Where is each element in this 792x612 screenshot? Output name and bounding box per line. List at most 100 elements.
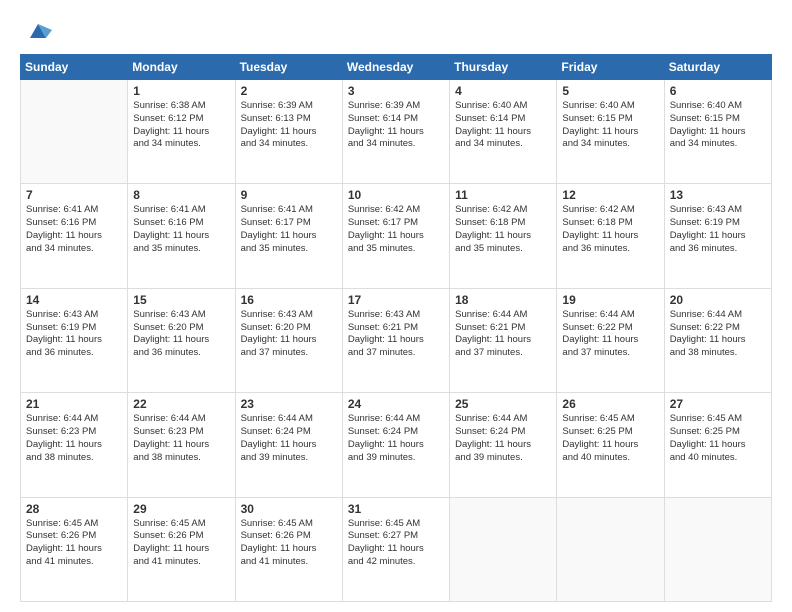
day-info: Sunrise: 6:42 AM Sunset: 6:18 PM Dayligh… [562, 204, 658, 255]
day-info: Sunrise: 6:43 AM Sunset: 6:21 PM Dayligh… [348, 309, 444, 360]
day-info: Sunrise: 6:39 AM Sunset: 6:13 PM Dayligh… [241, 100, 337, 151]
calendar-cell: 11 Sunrise: 6:42 AM Sunset: 6:18 PM Dayli… [450, 184, 557, 288]
day-number: 5 [562, 84, 658, 98]
calendar-cell: 10 Sunrise: 6:42 AM Sunset: 6:17 PM Dayli… [342, 184, 449, 288]
day-info: Sunrise: 6:43 AM Sunset: 6:19 PM Dayligh… [26, 309, 122, 360]
calendar-header-tuesday: Tuesday [235, 55, 342, 80]
day-number: 25 [455, 397, 551, 411]
logo [20, 16, 52, 44]
day-info: Sunrise: 6:44 AM Sunset: 6:22 PM Dayligh… [562, 309, 658, 360]
day-info: Sunrise: 6:45 AM Sunset: 6:25 PM Dayligh… [670, 413, 766, 464]
calendar-cell: 16 Sunrise: 6:43 AM Sunset: 6:20 PM Dayli… [235, 288, 342, 392]
day-number: 28 [26, 502, 122, 516]
calendar-week-row: 21Sunrise: 6:44 AM Sunset: 6:23 PM Dayli… [21, 393, 772, 497]
calendar-header-row: SundayMondayTuesdayWednesdayThursdayFrid… [21, 55, 772, 80]
calendar-table: SundayMondayTuesdayWednesdayThursdayFrid… [20, 54, 772, 602]
day-info: Sunrise: 6:39 AM Sunset: 6:14 PM Dayligh… [348, 100, 444, 151]
day-info: Sunrise: 6:45 AM Sunset: 6:26 PM Dayligh… [26, 518, 122, 569]
calendar-cell: 18Sunrise: 6:44 AM Sunset: 6:21 PM Dayli… [450, 288, 557, 392]
calendar-cell: 7Sunrise: 6:41 AM Sunset: 6:16 PM Daylig… [21, 184, 128, 288]
day-info: Sunrise: 6:44 AM Sunset: 6:23 PM Dayligh… [133, 413, 229, 464]
day-number: 2 [241, 84, 337, 98]
day-info: Sunrise: 6:45 AM Sunset: 6:26 PM Dayligh… [241, 518, 337, 569]
day-number: 30 [241, 502, 337, 516]
day-number: 16 [241, 293, 337, 307]
day-info: Sunrise: 6:43 AM Sunset: 6:20 PM Dayligh… [241, 309, 337, 360]
calendar-cell: 29Sunrise: 6:45 AM Sunset: 6:26 PM Dayli… [128, 497, 235, 601]
day-info: Sunrise: 6:45 AM Sunset: 6:25 PM Dayligh… [562, 413, 658, 464]
day-number: 1 [133, 84, 229, 98]
calendar-cell: 12 Sunrise: 6:42 AM Sunset: 6:18 PM Dayli… [557, 184, 664, 288]
day-number: 14 [26, 293, 122, 307]
calendar-cell: 30 Sunrise: 6:45 AM Sunset: 6:26 PM Dayli… [235, 497, 342, 601]
calendar-header-saturday: Saturday [664, 55, 771, 80]
day-number: 15 [133, 293, 229, 307]
calendar-cell: 6 Sunrise: 6:40 AM Sunset: 6:15 PM Daylig… [664, 80, 771, 184]
page: SundayMondayTuesdayWednesdayThursdayFrid… [0, 0, 792, 612]
calendar-cell: 31 Sunrise: 6:45 AM Sunset: 6:27 PM Dayli… [342, 497, 449, 601]
calendar-cell: 28 Sunrise: 6:45 AM Sunset: 6:26 PM Dayli… [21, 497, 128, 601]
day-info: Sunrise: 6:40 AM Sunset: 6:15 PM Dayligh… [562, 100, 658, 151]
calendar-header-sunday: Sunday [21, 55, 128, 80]
day-number: 20 [670, 293, 766, 307]
day-number: 6 [670, 84, 766, 98]
calendar-cell: 17 Sunrise: 6:43 AM Sunset: 6:21 PM Dayli… [342, 288, 449, 392]
calendar-header-wednesday: Wednesday [342, 55, 449, 80]
calendar-cell: 2 Sunrise: 6:39 AM Sunset: 6:13 PM Daylig… [235, 80, 342, 184]
calendar-cell: 1 Sunrise: 6:38 AM Sunset: 6:12 PM Daylig… [128, 80, 235, 184]
day-number: 29 [133, 502, 229, 516]
calendar-header-monday: Monday [128, 55, 235, 80]
day-number: 8 [133, 188, 229, 202]
day-info: Sunrise: 6:45 AM Sunset: 6:27 PM Dayligh… [348, 518, 444, 569]
day-number: 11 [455, 188, 551, 202]
calendar-cell [21, 80, 128, 184]
calendar-cell: 19Sunrise: 6:44 AM Sunset: 6:22 PM Dayli… [557, 288, 664, 392]
day-number: 18 [455, 293, 551, 307]
day-number: 17 [348, 293, 444, 307]
calendar-cell: 4Sunrise: 6:40 AM Sunset: 6:14 PM Daylig… [450, 80, 557, 184]
calendar-cell [450, 497, 557, 601]
calendar-cell: 3Sunrise: 6:39 AM Sunset: 6:14 PM Daylig… [342, 80, 449, 184]
calendar-header-friday: Friday [557, 55, 664, 80]
day-info: Sunrise: 6:41 AM Sunset: 6:16 PM Dayligh… [26, 204, 122, 255]
calendar-cell [557, 497, 664, 601]
header [20, 16, 772, 44]
calendar-week-row: 7Sunrise: 6:41 AM Sunset: 6:16 PM Daylig… [21, 184, 772, 288]
day-number: 24 [348, 397, 444, 411]
calendar-cell: 8 Sunrise: 6:41 AM Sunset: 6:16 PM Daylig… [128, 184, 235, 288]
calendar-week-row: 14 Sunrise: 6:43 AM Sunset: 6:19 PM Dayli… [21, 288, 772, 392]
day-info: Sunrise: 6:42 AM Sunset: 6:17 PM Dayligh… [348, 204, 444, 255]
calendar-cell: 27 Sunrise: 6:45 AM Sunset: 6:25 PM Dayli… [664, 393, 771, 497]
day-info: Sunrise: 6:43 AM Sunset: 6:20 PM Dayligh… [133, 309, 229, 360]
day-number: 4 [455, 84, 551, 98]
day-number: 23 [241, 397, 337, 411]
day-info: Sunrise: 6:38 AM Sunset: 6:12 PM Dayligh… [133, 100, 229, 151]
day-number: 9 [241, 188, 337, 202]
day-number: 10 [348, 188, 444, 202]
day-info: Sunrise: 6:41 AM Sunset: 6:17 PM Dayligh… [241, 204, 337, 255]
calendar-cell: 14 Sunrise: 6:43 AM Sunset: 6:19 PM Dayli… [21, 288, 128, 392]
day-info: Sunrise: 6:41 AM Sunset: 6:16 PM Dayligh… [133, 204, 229, 255]
day-number: 27 [670, 397, 766, 411]
logo-icon [24, 16, 52, 44]
day-number: 31 [348, 502, 444, 516]
calendar-week-row: 28 Sunrise: 6:45 AM Sunset: 6:26 PM Dayli… [21, 497, 772, 601]
day-number: 12 [562, 188, 658, 202]
day-info: Sunrise: 6:44 AM Sunset: 6:24 PM Dayligh… [455, 413, 551, 464]
calendar-cell [664, 497, 771, 601]
day-info: Sunrise: 6:40 AM Sunset: 6:15 PM Dayligh… [670, 100, 766, 151]
calendar-cell: 5 Sunrise: 6:40 AM Sunset: 6:15 PM Daylig… [557, 80, 664, 184]
calendar-cell: 15 Sunrise: 6:43 AM Sunset: 6:20 PM Dayli… [128, 288, 235, 392]
calendar-week-row: 1 Sunrise: 6:38 AM Sunset: 6:12 PM Daylig… [21, 80, 772, 184]
calendar-cell: 25 Sunrise: 6:44 AM Sunset: 6:24 PM Dayli… [450, 393, 557, 497]
calendar-cell: 24Sunrise: 6:44 AM Sunset: 6:24 PM Dayli… [342, 393, 449, 497]
day-info: Sunrise: 6:44 AM Sunset: 6:22 PM Dayligh… [670, 309, 766, 360]
calendar-cell: 23Sunrise: 6:44 AM Sunset: 6:24 PM Dayli… [235, 393, 342, 497]
day-number: 13 [670, 188, 766, 202]
calendar-cell: 20 Sunrise: 6:44 AM Sunset: 6:22 PM Dayli… [664, 288, 771, 392]
calendar-header-thursday: Thursday [450, 55, 557, 80]
calendar-cell: 13Sunrise: 6:43 AM Sunset: 6:19 PM Dayli… [664, 184, 771, 288]
day-info: Sunrise: 6:42 AM Sunset: 6:18 PM Dayligh… [455, 204, 551, 255]
calendar-cell: 9 Sunrise: 6:41 AM Sunset: 6:17 PM Daylig… [235, 184, 342, 288]
day-info: Sunrise: 6:44 AM Sunset: 6:23 PM Dayligh… [26, 413, 122, 464]
